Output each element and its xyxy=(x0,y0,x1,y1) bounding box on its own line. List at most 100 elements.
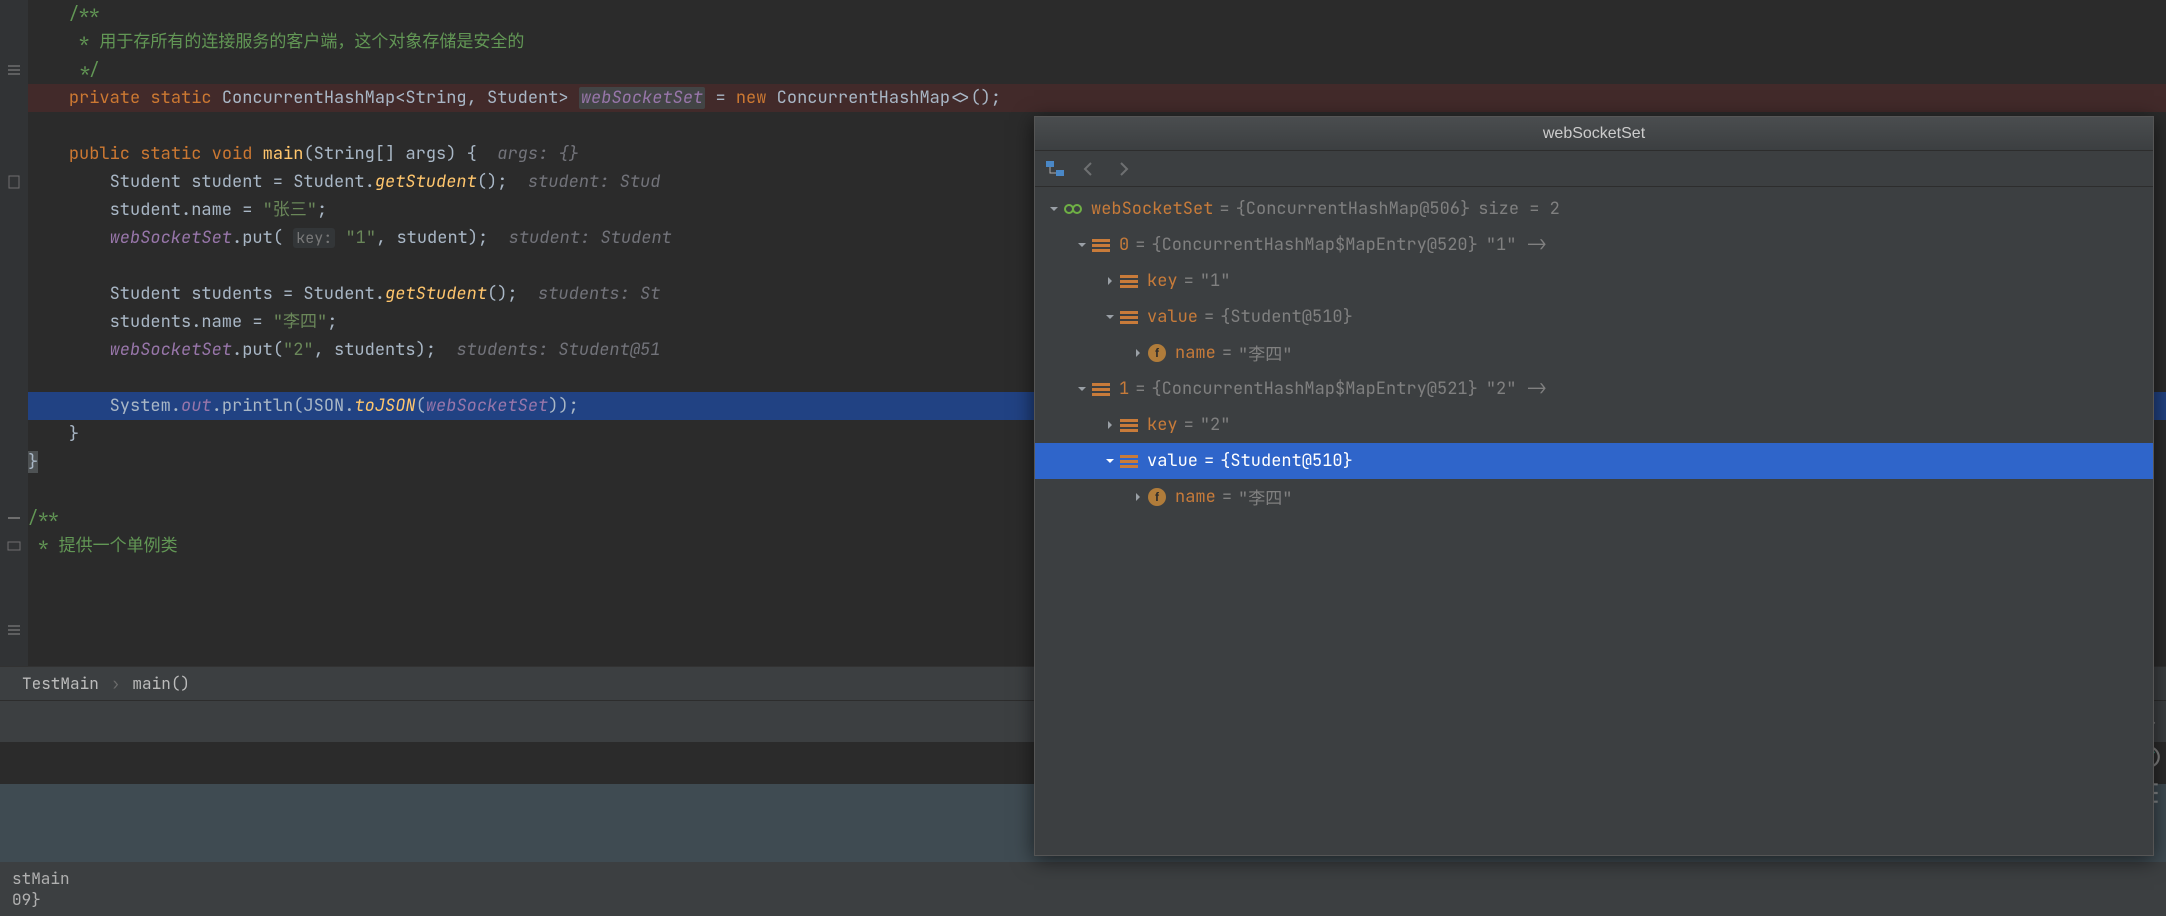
evaluate-popup[interactable]: webSocketSet webSocketSet={ConcurrentHas… xyxy=(1034,116,2154,856)
gutter xyxy=(0,0,28,666)
method-call: toJSON xyxy=(354,395,415,417)
var-value: {ConcurrentHashMap@506} xyxy=(1236,198,1471,220)
collapse-icon[interactable] xyxy=(6,62,22,78)
keyword: static xyxy=(150,87,211,109)
params: (String[] args) { xyxy=(303,143,476,165)
watch-icon xyxy=(1063,199,1083,219)
var-name: value xyxy=(1147,450,1198,472)
field: webSocketSet xyxy=(110,227,232,249)
chevron-right-icon[interactable] xyxy=(1103,418,1117,432)
entry-icon xyxy=(1119,271,1139,291)
string: "李四" xyxy=(273,311,327,333)
tree-field[interactable]: f name="李四" xyxy=(1035,479,2153,515)
brace: } xyxy=(69,423,79,445)
string: "1" xyxy=(345,227,376,249)
chevron-down-icon[interactable] xyxy=(1047,202,1061,216)
run-output: 09} xyxy=(12,889,2154,910)
collapse-icon[interactable] xyxy=(6,538,22,554)
keyword: public xyxy=(69,143,130,165)
comment: /** xyxy=(69,3,100,25)
inline-hint: students: St xyxy=(538,283,660,305)
code-text: .put( xyxy=(232,339,283,361)
var-value: "李四" xyxy=(1238,484,1292,510)
code-text: , students); xyxy=(314,339,436,361)
punc: (); xyxy=(487,283,518,305)
debug-tree[interactable]: webSocketSet={ConcurrentHashMap@506}size… xyxy=(1035,187,2153,855)
tree-entry[interactable]: 1={ConcurrentHashMap$MapEntry@521}"2" -> xyxy=(1035,371,2153,407)
chevron-down-icon[interactable] xyxy=(1075,238,1089,252)
var-name: key xyxy=(1147,414,1178,436)
var-name: webSocketSet xyxy=(1091,198,1213,220)
code-text: Student student = Student. xyxy=(110,171,375,193)
tree-field[interactable]: f name="李四" xyxy=(1035,335,2153,371)
tree-value[interactable]: value={Student@510} xyxy=(1035,299,2153,335)
punc: ; xyxy=(327,311,337,333)
constructor: ConcurrentHashMap<>(); xyxy=(777,87,1001,109)
bottom-panel: stMain 09} xyxy=(0,862,2166,916)
var-value: {Student@510} xyxy=(1220,450,1353,472)
field-icon: f xyxy=(1147,343,1167,363)
type: ConcurrentHashMap<String, Student> xyxy=(222,87,569,109)
back-icon[interactable] xyxy=(1079,159,1099,179)
chevron-right-icon[interactable] xyxy=(1103,274,1117,288)
method-call: getStudent xyxy=(385,283,487,305)
inline-hint: student: Stud xyxy=(528,171,661,193)
var-name: 0 xyxy=(1119,234,1129,256)
collapse-icon[interactable] xyxy=(6,622,22,638)
inline-hint: args: {} xyxy=(497,143,579,165)
popup-toolbar xyxy=(1035,151,2153,187)
var-name: value xyxy=(1147,306,1198,328)
chevron-right-icon[interactable] xyxy=(1131,490,1145,504)
chevron-down-icon[interactable] xyxy=(1103,454,1117,468)
var-value: "李四" xyxy=(1238,340,1292,366)
chevron-down-icon[interactable] xyxy=(1103,310,1117,324)
var-value: {Student@510} xyxy=(1220,306,1353,328)
comment: * 提供一个单例类 xyxy=(28,535,178,557)
tree-view-icon[interactable] xyxy=(1045,159,1065,179)
param-hint: key: xyxy=(293,228,335,248)
tree-value-selected[interactable]: value={Student@510} xyxy=(1035,443,2153,479)
code-text: , student); xyxy=(376,227,488,249)
keyword: new xyxy=(736,87,767,109)
brace: } xyxy=(28,451,38,473)
var-name: 1 xyxy=(1119,378,1129,400)
comment: /** xyxy=(28,507,59,529)
field: webSocketSet xyxy=(110,339,232,361)
field: webSocketSet xyxy=(426,395,548,417)
code-text: Student students = Student. xyxy=(110,283,385,305)
keyword: void xyxy=(212,143,253,165)
string: "张三" xyxy=(263,199,317,221)
var-name: key xyxy=(1147,270,1178,292)
tree-key[interactable]: key="2" xyxy=(1035,407,2153,443)
var-extra: size = 2 xyxy=(1478,198,1560,220)
inline-hint: students: Student@51 xyxy=(456,339,660,361)
string: "2" xyxy=(283,339,314,361)
entry-icon xyxy=(1091,379,1111,399)
forward-icon[interactable] xyxy=(1113,159,1133,179)
tree-root[interactable]: webSocketSet={ConcurrentHashMap@506}size… xyxy=(1035,191,2153,227)
breadcrumb-class[interactable]: TestMain xyxy=(22,673,99,694)
inline-hint: student: Student xyxy=(509,227,672,249)
punc: ( xyxy=(416,395,426,417)
var-value: "1" xyxy=(1200,270,1231,292)
popup-title: webSocketSet xyxy=(1035,117,2153,151)
punc: ; xyxy=(317,199,327,221)
chevron-down-icon[interactable] xyxy=(1075,382,1089,396)
collapse-icon[interactable] xyxy=(6,174,22,190)
run-output: stMain xyxy=(12,868,2154,889)
method-call: getStudent xyxy=(375,171,477,193)
entry-icon xyxy=(1119,307,1139,327)
method: main xyxy=(263,143,304,165)
breadcrumb-method[interactable]: main() xyxy=(132,673,190,694)
code-text: student.name = xyxy=(110,199,263,221)
var-extra: "1" -> xyxy=(1486,234,1547,256)
punc: (); xyxy=(477,171,508,193)
chevron-right-icon[interactable] xyxy=(1131,346,1145,360)
tree-entry[interactable]: 0={ConcurrentHashMap$MapEntry@520}"1" -> xyxy=(1035,227,2153,263)
keyword: static xyxy=(140,143,201,165)
code-text: System. xyxy=(110,395,181,417)
comment: */ xyxy=(69,59,100,81)
collapse-icon[interactable] xyxy=(6,510,22,526)
code-text: .println(JSON. xyxy=(212,395,355,417)
tree-key[interactable]: key="1" xyxy=(1035,263,2153,299)
